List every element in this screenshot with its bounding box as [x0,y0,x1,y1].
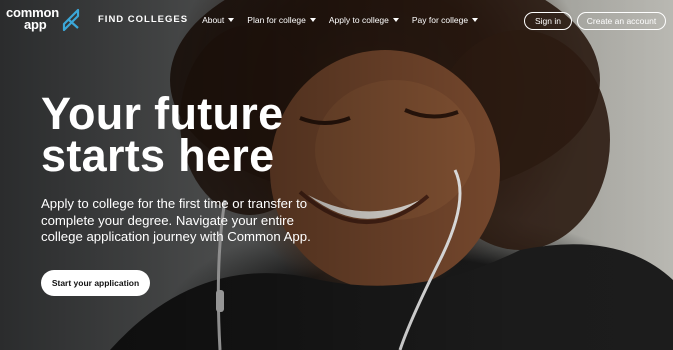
logo-wordmark: common app [6,6,59,32]
common-app-logo[interactable]: common app [6,6,81,32]
logo-line-2: app [24,17,47,32]
nav-find-colleges[interactable]: FIND COLLEGES [98,14,188,25]
nav-pay-for-college[interactable]: Pay for college [411,14,479,25]
chevron-down-icon [228,17,235,22]
hero-headline: Your future starts here [41,88,284,181]
sign-in-button[interactable]: Sign in [524,12,572,30]
hero-subtext: Apply to college for the first time or t… [41,196,311,244]
nav-apply-label: Apply to college [328,14,389,25]
start-application-button[interactable]: Start your application [41,270,150,296]
nav-apply-to-college[interactable]: Apply to college [329,15,399,25]
headline-line-1: Your future [41,88,284,139]
nav-links: FIND COLLEGES About Plan for college App… [98,14,491,25]
chevron-down-icon [392,17,399,22]
top-nav: common app FIND COLLEGES About Plan for … [0,0,673,42]
headline-line-2: starts here [41,130,275,181]
chevron-down-icon [309,17,316,22]
nav-plan-for-college[interactable]: Plan for college [247,15,316,25]
logo-mark-icon [62,8,80,32]
hero-section: common app FIND COLLEGES About Plan for … [0,0,673,350]
nav-plan-label: Plan for college [247,14,306,25]
create-account-button[interactable]: Create an account [577,12,666,30]
chevron-down-icon [472,17,479,22]
nav-about[interactable]: About [202,14,235,25]
nav-pay-label: Pay for college [411,14,469,25]
nav-about-label: About [202,14,225,25]
